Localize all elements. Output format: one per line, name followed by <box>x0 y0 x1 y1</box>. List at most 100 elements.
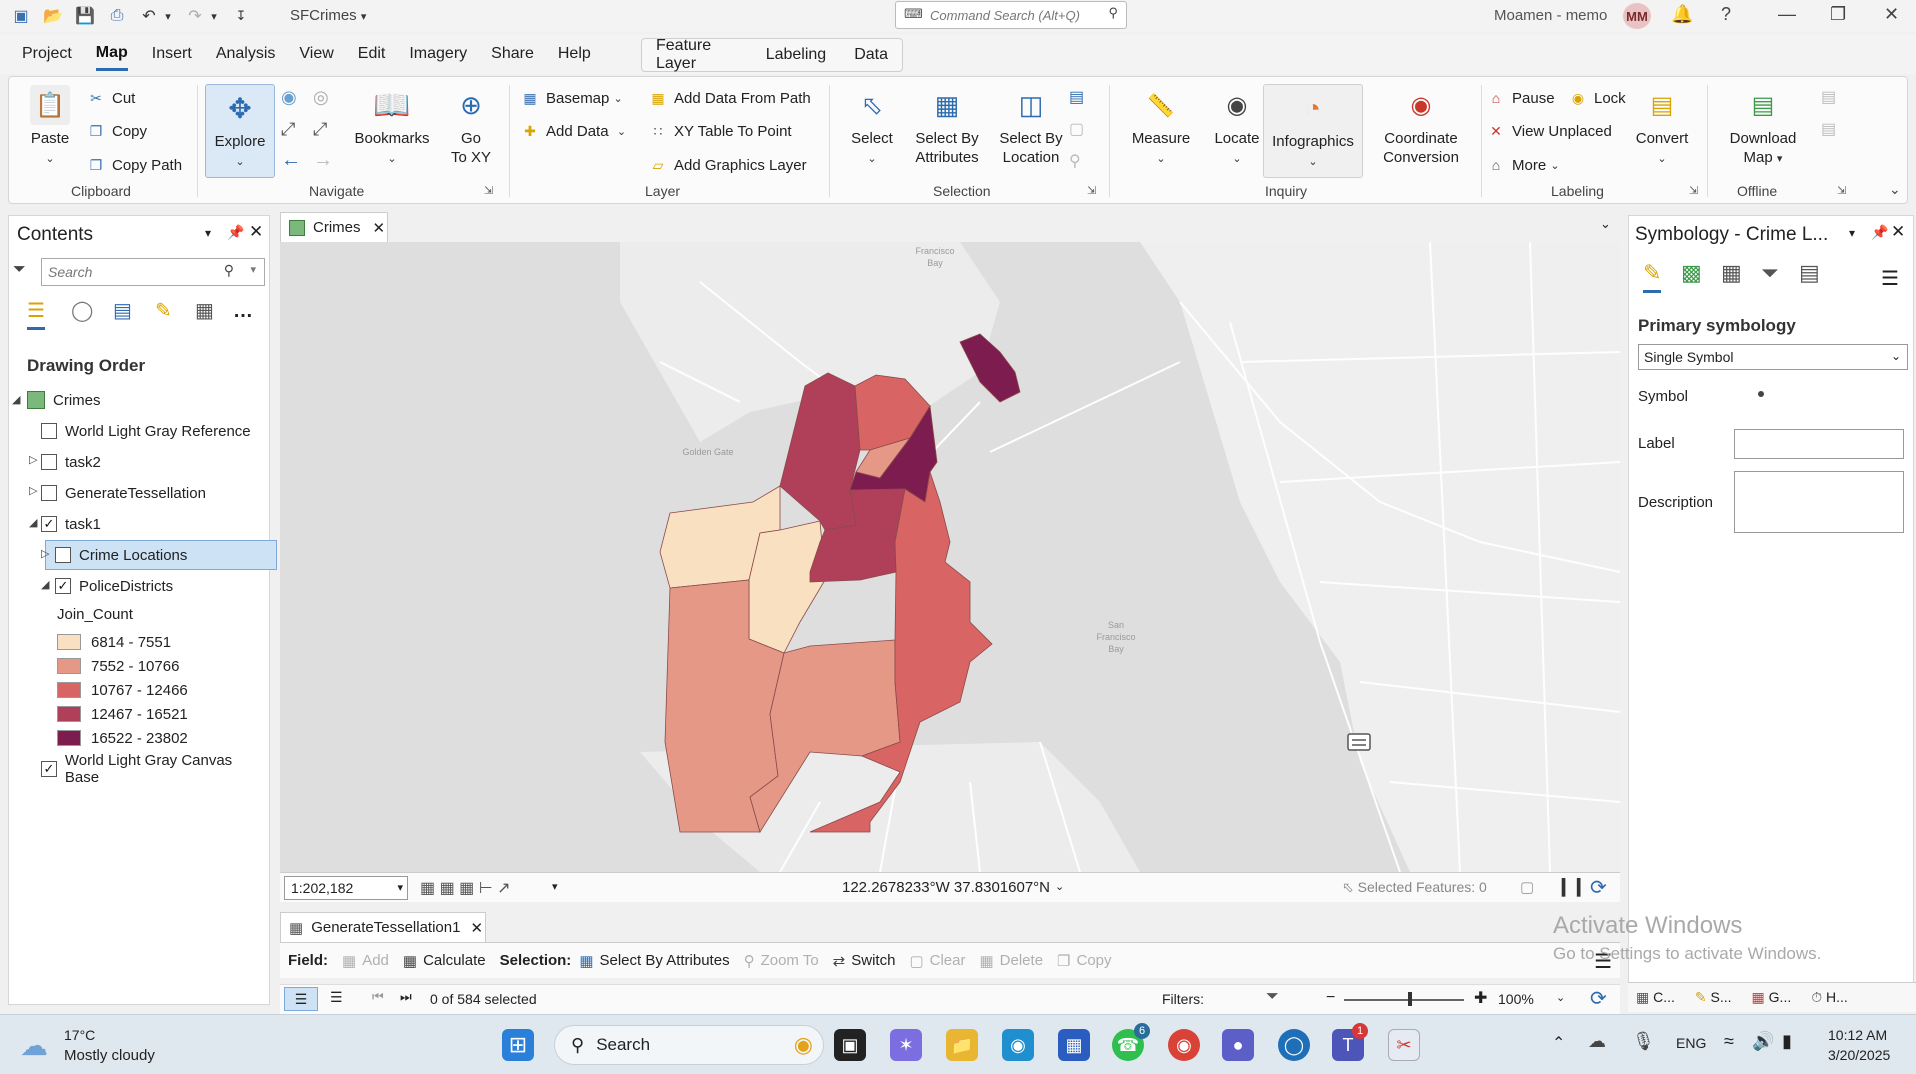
redo-icon[interactable]: ↷ <box>184 5 206 27</box>
menu-view[interactable]: View <box>299 39 333 69</box>
coordinate-format-icon[interactable]: ⌄ <box>1055 880 1064 893</box>
tab-crimes-map[interactable]: Crimes ✕ <box>280 212 388 242</box>
redo-dropdown-icon[interactable]: ▾ <box>208 5 220 27</box>
locate-button[interactable]: ◉ Locate ⌄ <box>1205 85 1269 169</box>
symbol-preview[interactable] <box>1758 391 1764 397</box>
zoom-to-selection-icon[interactable]: ⚲ <box>1069 151 1081 171</box>
command-search-input[interactable]: ⌨ Command Search (Alt+Q) ⚲ <box>895 1 1127 29</box>
open-folder-icon[interactable]: 📂 <box>42 5 64 27</box>
list-by-selection-icon[interactable]: ▤ <box>113 298 132 323</box>
undo-dropdown-icon[interactable]: ▾ <box>162 5 174 27</box>
pause-button[interactable]: ⌂ Pause <box>1487 89 1555 107</box>
print-icon[interactable]: ⎙ <box>106 5 128 27</box>
zoom-to-extent-icon[interactable]: ⤢ <box>313 119 327 140</box>
expand-icon[interactable]: ▷ <box>29 484 37 497</box>
close-tab-icon[interactable]: ✕ <box>373 219 386 237</box>
layer-checkbox[interactable]: ✓ <box>41 516 57 532</box>
legend-class[interactable]: 12467 - 16521 <box>57 703 188 725</box>
wifi-icon[interactable]: ≈ <box>1724 1031 1734 1052</box>
add-field-button[interactable]: ▦ Add <box>342 952 389 970</box>
filter-icon[interactable]: ⏷ <box>13 261 26 279</box>
chevron-down-icon[interactable]: ▾ <box>552 880 558 893</box>
scale-selector[interactable]: 1:202,182 ▾ <box>284 876 408 900</box>
undo-icon[interactable]: ↶ <box>138 5 160 27</box>
restore-icon[interactable]: ❐ <box>1830 4 1846 25</box>
layer-task1[interactable]: ✓ task1 <box>41 513 101 535</box>
select-button[interactable]: ⬁ Select ⌄ <box>839 85 905 169</box>
add-graphics-layer-button[interactable]: ▱ Add Graphics Layer <box>649 156 807 174</box>
description-input[interactable] <box>1734 471 1904 533</box>
pin-icon[interactable]: 📌 <box>1871 224 1888 241</box>
show-hidden-icons[interactable]: ⌃ <box>1552 1033 1565 1053</box>
basemap-button[interactable]: ▦ Basemap ⌄ <box>521 89 622 107</box>
switch-button[interactable]: ⇄ Switch <box>833 952 896 970</box>
fixed-zoom-in-icon[interactable]: ◎ <box>313 87 329 108</box>
user-name[interactable]: Moamen - memo <box>1494 7 1607 24</box>
selection-launcher-icon[interactable]: ⇲ <box>1087 184 1096 197</box>
measure-button[interactable]: 📏 Measure ⌄ <box>1121 85 1201 169</box>
mic-muted-icon[interactable]: 🎙 <box>1632 1031 1655 1052</box>
layer-police-districts[interactable]: ✓ PoliceDistricts <box>55 575 173 597</box>
copy-button[interactable]: ❐ Copy <box>87 122 147 140</box>
label-input[interactable] <box>1734 429 1904 459</box>
coordinate-conversion-button[interactable]: ◉ Coordinate Conversion <box>1371 85 1471 167</box>
bookmarks-button[interactable]: 📖 Bookmarks ⌄ <box>349 85 435 169</box>
pane-options-icon[interactable]: ▾ <box>205 226 211 240</box>
collapse-ribbon-icon[interactable]: ⌄ <box>1889 181 1901 198</box>
clear-selection-icon[interactable]: ▢ <box>1520 878 1534 896</box>
last-record-icon[interactable]: ⏭ <box>400 989 412 1005</box>
clock-time[interactable]: 10:12 AM <box>1828 1027 1887 1043</box>
infographics-button[interactable]: ◔ Infographics ⌄ <box>1263 84 1363 178</box>
legend-class[interactable]: 7552 - 10766 <box>57 655 179 677</box>
list-by-data-source-icon[interactable]: ◯ <box>71 298 93 323</box>
more-options-icon[interactable]: … <box>233 300 253 323</box>
layer-checkbox[interactable] <box>41 423 57 439</box>
first-record-icon[interactable]: ⏮ <box>372 989 384 1005</box>
navigate-launcher-icon[interactable]: ⇲ <box>484 184 493 197</box>
legend-class[interactable]: 16522 - 23802 <box>57 727 188 749</box>
collapse-icon[interactable]: ◢ <box>29 516 37 529</box>
add-data-button[interactable]: ✚ Add Data ⌄ <box>521 122 626 140</box>
select-by-attributes-table-button[interactable]: ▦ Select By Attributes <box>579 952 729 970</box>
labeling-launcher-icon[interactable]: ⇲ <box>1689 184 1698 197</box>
layer-checkbox[interactable] <box>55 547 71 563</box>
more-button[interactable]: ⌂ More ⌄ <box>1487 156 1560 174</box>
legend-class[interactable]: 6814 - 7551 <box>57 631 171 653</box>
list-by-editing-icon[interactable]: ✎ <box>155 298 172 323</box>
list-by-drawing-order-icon[interactable]: ☰ <box>27 298 45 330</box>
list-by-snapping-icon[interactable]: ▦ <box>195 298 214 323</box>
convert-button[interactable]: ▤ Convert ⌄ <box>1629 85 1695 169</box>
contents-search-input[interactable]: Search ⚲ ▾ <box>41 258 265 286</box>
close-pane-icon[interactable]: ✕ <box>1891 222 1905 242</box>
close-tab-icon[interactable]: ✕ <box>470 919 483 937</box>
filter-icon[interactable]: ⏷ <box>1266 988 1279 1006</box>
go-to-xy-button[interactable]: ⊕ Go To XY <box>441 85 501 167</box>
download-map-button[interactable]: ▤ Download Map ▾ <box>1721 85 1805 169</box>
layer-generate-tessellation[interactable]: GenerateTessellation <box>41 482 206 504</box>
bottom-tab-symbology[interactable]: ✎ S... <box>1695 989 1732 1006</box>
show-all-records-icon[interactable]: ☰ <box>284 987 318 1011</box>
clear-button[interactable]: ▢ Clear <box>909 952 965 970</box>
expand-icon[interactable]: ▷ <box>29 453 37 466</box>
copy-rows-button[interactable]: ❐ Copy <box>1057 952 1111 970</box>
teams-icon[interactable]: ● <box>1222 1029 1254 1061</box>
layer-crime-locations[interactable]: Crime Locations <box>55 544 187 566</box>
tab-labeling[interactable]: Labeling <box>766 46 827 64</box>
zoom-in-icon[interactable]: ✚ <box>1474 988 1487 1008</box>
tab-data[interactable]: Data <box>854 46 888 64</box>
calculate-button[interactable]: ▦ Calculate <box>403 952 486 970</box>
legend-class[interactable]: 10767 - 12466 <box>57 679 188 701</box>
zoom-to-button[interactable]: ⚲ Zoom To <box>744 952 819 970</box>
weather-temp[interactable]: 17°C <box>64 1027 95 1043</box>
xy-table-to-point-button[interactable]: ∷ XY Table To Point <box>649 122 792 140</box>
help-icon[interactable]: ? <box>1721 4 1731 25</box>
close-icon[interactable]: ✕ <box>1884 4 1899 25</box>
volume-icon[interactable]: 🔊 <box>1752 1031 1774 1052</box>
layer-checkbox[interactable] <box>41 485 57 501</box>
view-unplaced-button[interactable]: ✕ View Unplaced <box>1487 122 1612 140</box>
copy-path-button[interactable]: ❐ Copy Path <box>87 156 182 174</box>
snipping-tool-icon[interactable]: ✂ <box>1388 1029 1420 1061</box>
attributes-icon[interactable]: ▤ <box>1069 87 1084 107</box>
symbol-layer-drawing-icon[interactable]: ▦ <box>1721 260 1742 286</box>
cut-button[interactable]: ✂ Cut <box>87 89 135 107</box>
